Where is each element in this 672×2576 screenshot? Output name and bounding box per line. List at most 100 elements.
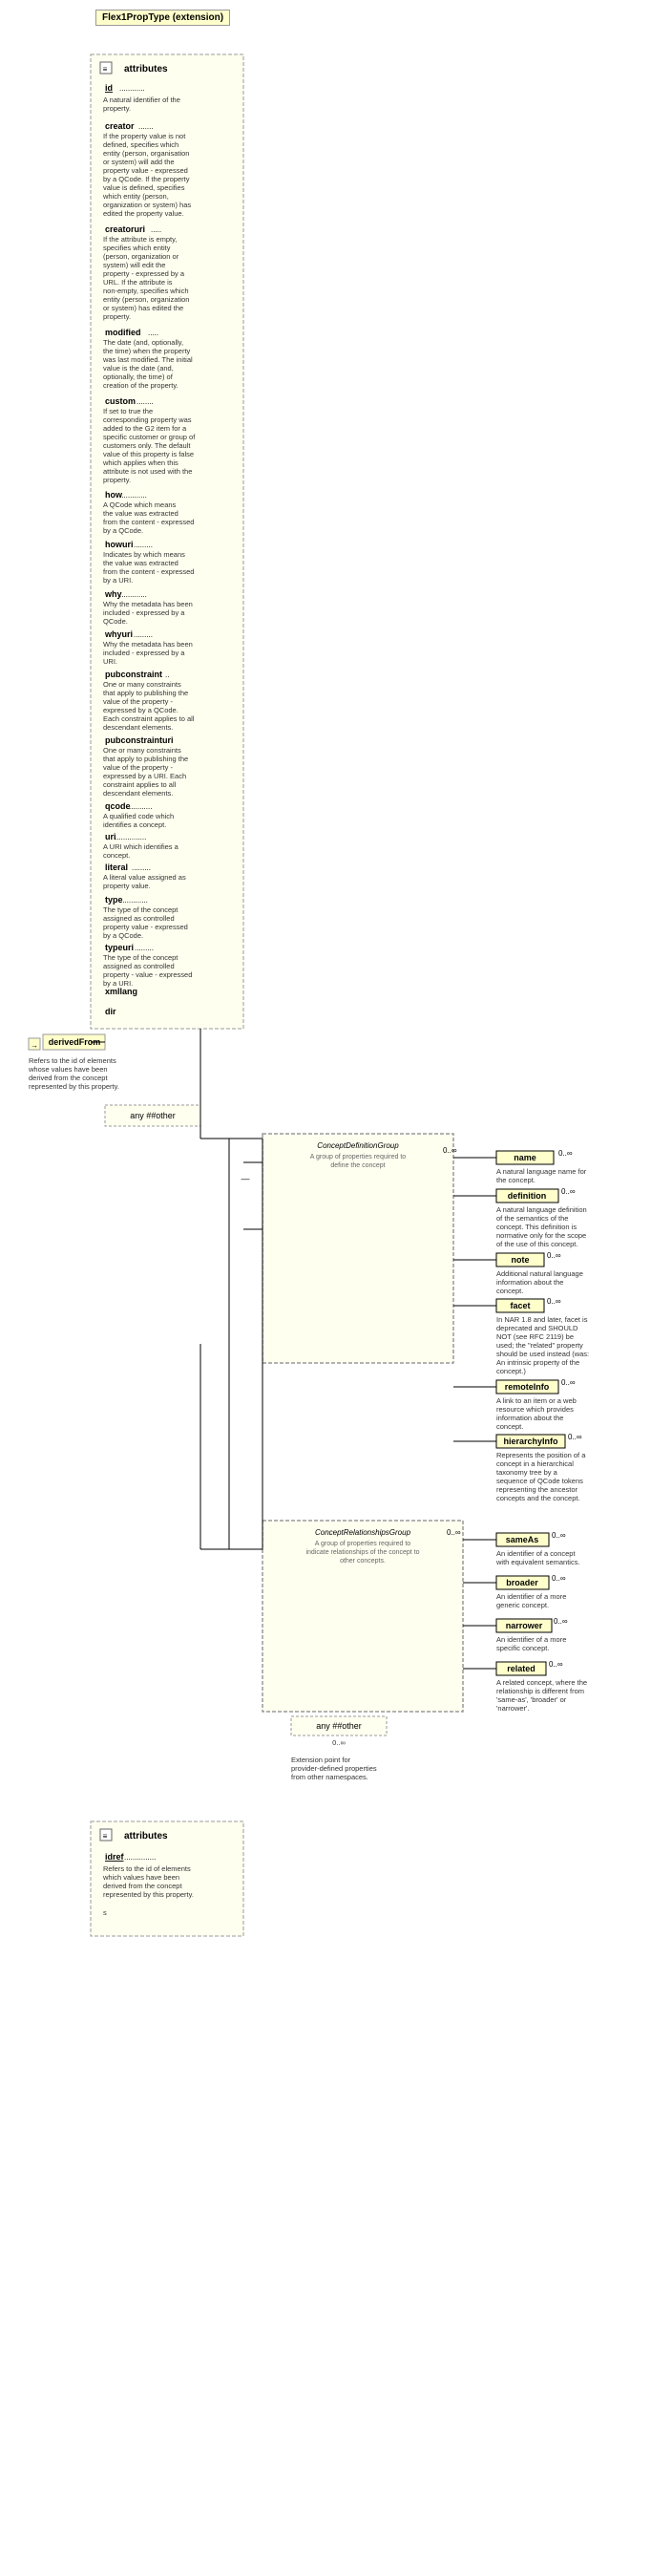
- prop-remoteinfo[interactable]: remoteInfo: [505, 1382, 550, 1392]
- svg-text:If the property value is not: If the property value is not: [103, 132, 186, 140]
- attr-literal: literal: [105, 862, 128, 872]
- svg-text:attribute is not used with the: attribute is not used with the: [103, 467, 192, 476]
- svg-text:A group of properties required: A group of properties required to: [310, 1154, 407, 1160]
- svg-text:'same-as', 'broader' or: 'same-as', 'broader' or: [496, 1695, 567, 1704]
- prop-name-desc: A natural language name for: [496, 1167, 587, 1176]
- svg-text:property value.: property value.: [103, 882, 151, 890]
- svg-text:..: ..: [165, 671, 169, 679]
- mult-facet: 0..∞: [547, 1297, 561, 1306]
- svg-text:The date (and, optionally,: The date (and, optionally,: [103, 338, 183, 347]
- svg-text:non-empty, specifies which: non-empty, specifies which: [103, 287, 188, 295]
- attr-whyuri: whyuri: [104, 629, 133, 639]
- svg-text:A URI which identifies a: A URI which identifies a: [103, 842, 179, 851]
- mult-rel-group: 0..∞: [447, 1528, 461, 1537]
- svg-text:of the use of this concept.: of the use of this concept.: [496, 1240, 578, 1248]
- svg-text:.............: .............: [120, 896, 148, 905]
- prop-narrower[interactable]: narrower: [506, 1621, 543, 1630]
- svg-text:The type of the concept: The type of the concept: [103, 905, 178, 914]
- prop-broader[interactable]: broader: [506, 1578, 538, 1587]
- svg-text:property.: property.: [103, 476, 131, 484]
- svg-text:Each constraint applies to all: Each constraint applies to all: [103, 714, 195, 723]
- svg-text:'narrower'.: 'narrower'.: [496, 1704, 530, 1713]
- svg-text:A QCode which means: A QCode which means: [103, 500, 177, 509]
- prop-definition[interactable]: definition: [508, 1191, 547, 1201]
- svg-text:property value - expressed: property value - expressed: [103, 923, 188, 931]
- derived-from-desc: Refers to the id of elements: [29, 1056, 116, 1065]
- svg-text:Represents the position of a: Represents the position of a: [496, 1451, 586, 1459]
- svg-text:.....: .....: [151, 225, 161, 234]
- svg-text:identifies a concept.: identifies a concept.: [103, 820, 166, 829]
- svg-text:descendant elements.: descendant elements.: [103, 723, 173, 732]
- attr-id-desc: A natural identifier of the: [103, 96, 180, 104]
- svg-text:An identifier of a concept: An identifier of a concept: [496, 1549, 576, 1558]
- svg-text:≡: ≡: [103, 1832, 108, 1841]
- svg-text:value of this property is fals: value of this property is false: [103, 450, 194, 458]
- svg-text:should be used instead (was:: should be used instead (was:: [496, 1350, 589, 1358]
- mult-note: 0..∞: [547, 1251, 561, 1260]
- svg-text:Extension point for: Extension point for: [291, 1756, 351, 1764]
- svg-text:(person, organization or: (person, organization or: [103, 252, 179, 261]
- svg-text:by a QCode.: by a QCode.: [103, 526, 143, 535]
- attr-howuri: howuri: [105, 540, 134, 549]
- svg-text:An identifier of a more: An identifier of a more: [496, 1592, 566, 1601]
- svg-text:indicate relationships of the: indicate relationships of the concept to: [305, 1549, 419, 1556]
- attr-qcode: qcode: [105, 801, 131, 811]
- mult-narrower: 0..∞: [554, 1617, 568, 1626]
- svg-text:optionally, the time) of: optionally, the time) of: [103, 373, 174, 381]
- svg-text:from the content - expressed: from the content - expressed: [103, 518, 194, 526]
- svg-text:value is the date (and,: value is the date (and,: [103, 364, 174, 373]
- svg-text:taxonomy tree by a: taxonomy tree by a: [496, 1468, 558, 1477]
- prop-note[interactable]: note: [512, 1255, 530, 1265]
- svg-text:whose values have been: whose values have been: [28, 1065, 108, 1074]
- svg-text:constraint applies to all: constraint applies to all: [103, 780, 177, 789]
- svg-text:s: s: [103, 1908, 107, 1917]
- svg-text:In NAR 1.8 and later, facet is: In NAR 1.8 and later, facet is: [496, 1315, 588, 1324]
- svg-text:customers only. The default: customers only. The default: [103, 441, 191, 450]
- svg-text:concept in a hierarchical: concept in a hierarchical: [496, 1459, 574, 1468]
- svg-text:One or many constraints: One or many constraints: [103, 680, 181, 689]
- svg-text:Refers to the id of elements: Refers to the id of elements: [103, 1864, 191, 1873]
- svg-text:which applies when this: which applies when this: [102, 458, 178, 467]
- svg-text:property.: property.: [103, 312, 131, 321]
- svg-text:URI.: URI.: [103, 657, 117, 666]
- svg-text:concept. This definition is: concept. This definition is: [496, 1223, 577, 1231]
- svg-text:or system) will add the: or system) will add the: [103, 158, 175, 166]
- svg-text:value of the property -: value of the property -: [103, 697, 173, 706]
- svg-text:An identifier of a more: An identifier of a more: [496, 1635, 566, 1644]
- attr-modified: modified: [105, 328, 141, 337]
- concept-def-group-title: ConceptDefinitionGroup: [317, 1141, 399, 1150]
- svg-text:descendant elements.: descendant elements.: [103, 789, 173, 798]
- svg-text:NOT (see RFC 2119) be: NOT (see RFC 2119) be: [496, 1332, 574, 1341]
- prop-sameas[interactable]: sameAs: [506, 1535, 539, 1544]
- svg-text:provider-defined properties: provider-defined properties: [291, 1764, 377, 1773]
- mult-name: 0..∞: [558, 1149, 573, 1158]
- svg-text:expressed by a QCode.: expressed by a QCode.: [103, 706, 178, 714]
- svg-text:the value was extracted: the value was extracted: [103, 559, 178, 567]
- svg-text:of the semantics of the: of the semantics of the: [496, 1214, 568, 1223]
- svg-text:that apply to publishing the: that apply to publishing the: [103, 755, 188, 763]
- prop-hierarchyinfo[interactable]: hierarchyInfo: [503, 1437, 558, 1446]
- svg-text:concept.: concept.: [496, 1422, 523, 1431]
- svg-text:Why the metadata has been: Why the metadata has been: [103, 640, 193, 649]
- svg-text:included - expressed by a: included - expressed by a: [103, 649, 185, 657]
- bottom-attr-idref: idref: [105, 1852, 125, 1862]
- svg-text:entity (person, organization: entity (person, organization: [103, 295, 189, 304]
- svg-text:other concepts.: other concepts.: [340, 1558, 386, 1565]
- prop-facet[interactable]: facet: [510, 1301, 530, 1310]
- svg-text:organization or system) has: organization or system) has: [103, 201, 191, 209]
- svg-text:that apply to publishing the: that apply to publishing the: [103, 689, 188, 697]
- svg-text:A natural language definition: A natural language definition: [496, 1205, 587, 1214]
- attr-pubconstrainturi: pubconstrainturi: [105, 735, 174, 745]
- attr-pubconstraint: pubconstraint: [105, 670, 162, 679]
- svg-text:property - expressed by a: property - expressed by a: [103, 269, 185, 278]
- svg-text:URL. If the attribute is: URL. If the attribute is: [103, 278, 173, 287]
- concept-rel-group-title: ConceptRelationshipsGroup: [315, 1528, 411, 1537]
- svg-text:assigned as controlled: assigned as controlled: [103, 962, 175, 970]
- svg-text:.........: .........: [134, 630, 153, 639]
- svg-text:derived from the concept: derived from the concept: [29, 1074, 108, 1082]
- prop-name[interactable]: name: [514, 1153, 536, 1162]
- attr-typeuri: typeuri: [105, 943, 134, 952]
- svg-text:represented by this property.: represented by this property.: [103, 1890, 194, 1899]
- prop-related[interactable]: related: [507, 1664, 536, 1673]
- diagram-title: Flex1PropType (extension): [95, 10, 230, 26]
